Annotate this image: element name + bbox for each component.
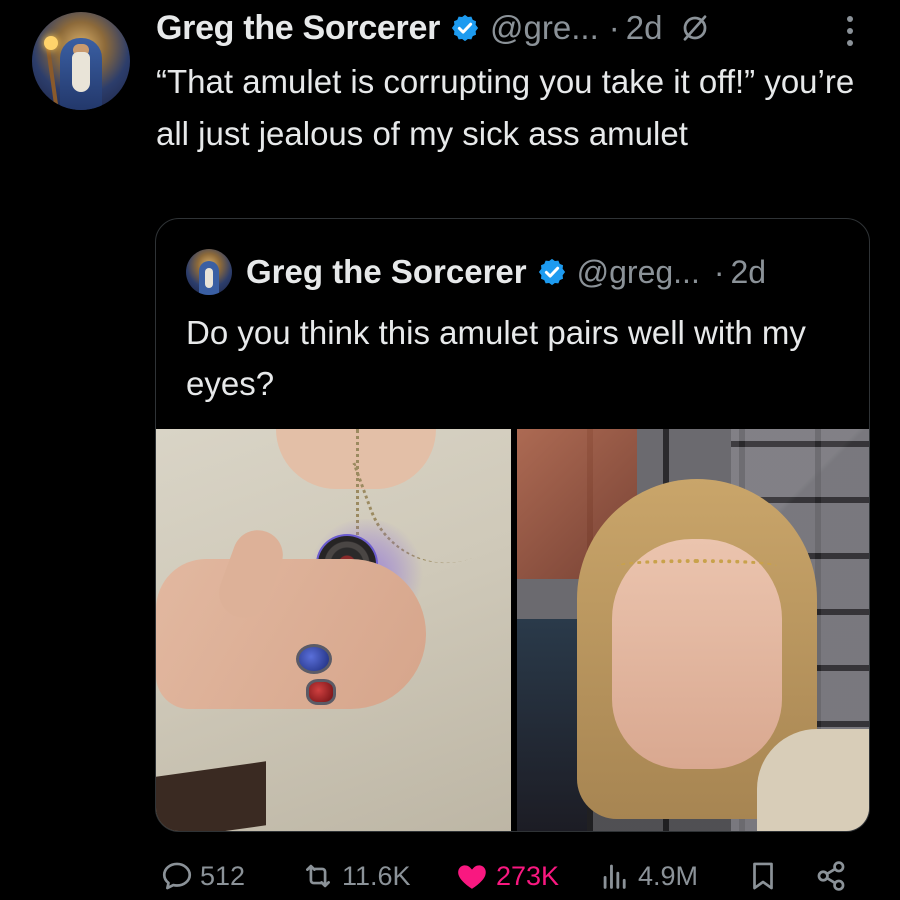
grok-icon[interactable] (680, 13, 710, 43)
reply-button[interactable]: 512 (160, 858, 245, 894)
views-icon (603, 864, 626, 889)
quoted-tweet-header: Greg the Sorcerer @greg... · 2d (186, 249, 766, 295)
quoted-display-name: Greg the Sorcerer (246, 253, 527, 290)
tweet-text: “That amulet is corrupting you take it o… (156, 63, 855, 152)
like-button[interactable]: 273K (454, 858, 559, 894)
share-icon (817, 861, 845, 891)
verified-badge-icon (451, 14, 479, 42)
heart-icon (458, 865, 486, 889)
quoted-handle: @greg... (576, 253, 700, 290)
photo-amulet[interactable] (156, 429, 511, 831)
quoted-tweet-text: Do you think this amulet pairs well with… (186, 314, 806, 402)
quoted-avatar (186, 249, 232, 295)
like-count: 273K (496, 860, 560, 891)
separator: · (608, 9, 620, 46)
view-count: 4.9M (638, 860, 699, 891)
reply-icon (162, 862, 192, 890)
display-name[interactable]: Greg the Sorcerer (156, 9, 440, 48)
reply-count: 512 (200, 860, 246, 891)
verified-badge-icon (538, 258, 565, 286)
views-button[interactable]: 4.9M (598, 858, 698, 894)
share-button[interactable] (814, 858, 848, 894)
quoted-tweet[interactable]: Greg the Sorcerer @greg... · 2d Do you t… (155, 218, 870, 832)
tweet-header: Greg the Sorcerer @gre... · 2d (156, 8, 710, 48)
action-bar: 512 11.6K 273K 4.9M (158, 858, 858, 894)
handle[interactable]: @gre... (490, 9, 599, 47)
media-grid (156, 429, 869, 831)
photo-selfie[interactable] (517, 429, 869, 831)
bookmark-icon (753, 862, 773, 890)
retweet-icon (306, 864, 330, 888)
avatar[interactable] (32, 12, 130, 110)
retweet-count: 11.6K (342, 860, 411, 891)
quoted-separator: · (713, 253, 725, 290)
timestamp[interactable]: 2d (626, 9, 663, 47)
quoted-timestamp: 2d (730, 253, 767, 290)
retweet-button[interactable]: 11.6K (300, 858, 411, 894)
more-options-icon[interactable] (838, 14, 862, 48)
bookmark-button[interactable] (746, 858, 780, 894)
